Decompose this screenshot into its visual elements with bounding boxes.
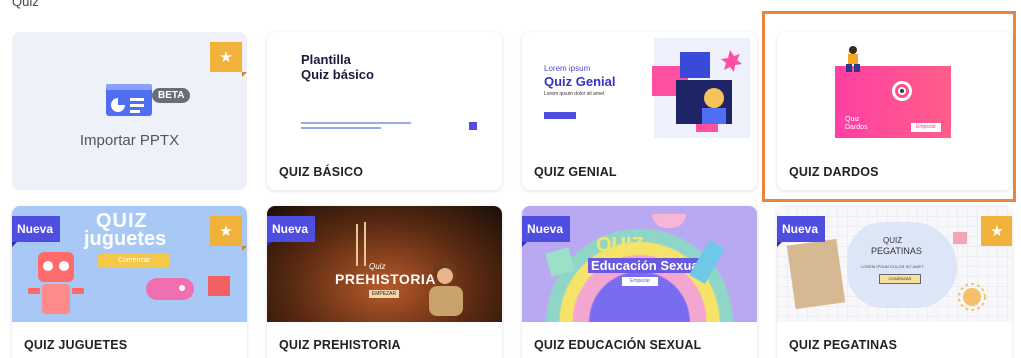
beta-badge: BETA [152, 88, 191, 103]
quiz-dardos-thumbnail: Quiz Dardos Empezar [777, 32, 1012, 148]
quiz-basico-card[interactable]: Plantilla Quiz básico QUIZ BÁSICO [267, 32, 502, 190]
premium-star-badge: ★ [981, 216, 1012, 246]
quiz-educacion-sexual-label: QUIZ EDUCACIÓN SEXUAL [534, 338, 702, 352]
quiz-basico-label: QUIZ BÁSICO [279, 165, 364, 179]
thumb-title-line2: juguetes [84, 228, 167, 250]
star-icon: ★ [990, 222, 1004, 240]
sun-sticker [958, 283, 986, 311]
star-icon: ★ [219, 222, 233, 240]
dartboard-icon [892, 81, 912, 101]
computer-illustration [652, 38, 750, 138]
quiz-basico-thumbnail: Plantilla Quiz básico [267, 32, 502, 148]
premium-star-badge: ★ [210, 42, 247, 77]
quiz-juguetes-card[interactable]: QUIZ juguetes Comenzar Nueva ★ QUIZ JUGU… [12, 206, 247, 358]
thumb-button: COMENZAR [879, 274, 921, 284]
quiz-genial-label: QUIZ GENIAL [534, 165, 617, 179]
thumb-button: Comenzar [98, 254, 170, 267]
quiz-pegatinas-label: QUIZ PEGATINAS [789, 338, 898, 352]
nueva-badge: Nueva [267, 216, 315, 247]
quiz-educacion-sexual-card[interactable]: QUIZ Educación Sexual Empezar Nueva QUIZ… [522, 206, 757, 358]
nueva-badge: Nueva [777, 216, 825, 247]
thumb-title-line2: PEGATINAS [871, 246, 922, 256]
caveman-illustration [429, 260, 463, 316]
thumb-subtitle: LOREM IPSUM DOLOR SIT AMET [861, 264, 924, 269]
thumb-title-line2: Dardos [845, 124, 868, 131]
thumb-subtitle: Lorem ipsum dolor sit amet [544, 91, 605, 97]
quiz-genial-thumbnail: Lorem ipsum Quiz Genial Lorem ipsum dolo… [522, 32, 757, 148]
quiz-dardos-label: QUIZ DARDOS [789, 165, 879, 179]
thumb-button: Empezar [911, 123, 941, 132]
premium-star-badge: ★ [210, 216, 247, 251]
thumb-title-line1: QUIZ [883, 236, 903, 245]
thumb-title-line1: QUIZ [596, 234, 644, 256]
robot-illustration [28, 252, 84, 314]
quiz-pegatinas-card[interactable]: QUIZ PEGATINAS LOREM IPSUM DOLOR SIT AME… [777, 206, 1012, 358]
quiz-dardos-card[interactable]: Quiz Dardos Empezar QUIZ DARDOS [777, 32, 1012, 190]
import-pptx-card[interactable]: BETA Importar PPTX ★ [12, 32, 247, 190]
thumb-title-line1: Plantilla [301, 52, 351, 67]
person-icon [846, 46, 860, 72]
thumb-title: Quiz Genial [544, 74, 616, 89]
thumb-title-line2: Quiz básico [301, 67, 374, 82]
thumb-button: EMPEZAR [369, 290, 399, 298]
quiz-genial-card[interactable]: Lorem ipsum Quiz Genial Lorem ipsum dolo… [522, 32, 757, 190]
gamepad-illustration [146, 278, 194, 300]
nueva-badge: Nueva [12, 216, 60, 247]
presentation-icon [106, 84, 152, 116]
quiz-prehistoria-label: QUIZ PREHISTORIA [279, 338, 401, 352]
thumb-button: Empezar [622, 277, 658, 286]
spear-illustration [356, 222, 366, 266]
thumb-kicker: Lorem ipsum [544, 64, 591, 73]
star-icon: ★ [219, 48, 233, 66]
section-title: Quiz [12, 0, 39, 9]
nueva-badge: Nueva [522, 216, 570, 247]
thumb-title-line1: Quiz [845, 116, 860, 123]
quiz-juguetes-label: QUIZ JUGUETES [24, 338, 128, 352]
import-pptx-label: Importar PPTX [79, 132, 180, 149]
thumb-title-line2: Educación Sexual [588, 258, 706, 273]
quiz-prehistoria-card[interactable]: Quiz PREHISTORIA EMPEZAR Nueva QUIZ PREH… [267, 206, 502, 358]
